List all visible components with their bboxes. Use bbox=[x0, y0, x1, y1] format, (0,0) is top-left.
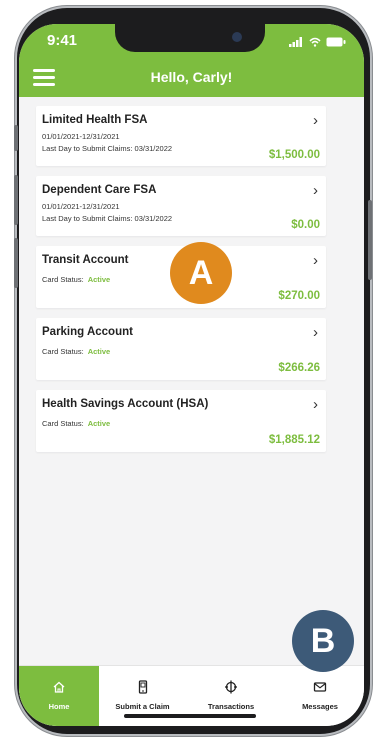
account-deadline: Last Day to Submit Claims: 03/31/2022 bbox=[42, 214, 173, 223]
chevron-right-icon: › bbox=[313, 396, 318, 413]
account-dates: 01/01/2021-12/31/2021 bbox=[42, 132, 120, 141]
status-time: 9:41 bbox=[47, 32, 78, 49]
phone-volume-down bbox=[14, 238, 18, 288]
chevron-right-icon: › bbox=[313, 112, 318, 129]
account-deadline: Last Day to Submit Claims: 03/31/2022 bbox=[42, 144, 173, 153]
account-title: Transit Account bbox=[42, 254, 129, 266]
account-card-hsa[interactable]: Health Savings Account (HSA) Card Status… bbox=[36, 390, 326, 452]
account-title: Health Savings Account (HSA) bbox=[42, 398, 209, 410]
card-status-value: Active bbox=[87, 419, 111, 428]
camera bbox=[232, 32, 242, 42]
card-status: Card Status: Active bbox=[42, 347, 110, 356]
account-title: Dependent Care FSA bbox=[42, 184, 157, 196]
tab-label: Submit a Claim bbox=[115, 702, 170, 711]
tab-messages[interactable]: Messages bbox=[276, 666, 364, 726]
phone-icon bbox=[138, 680, 147, 694]
phone-mute-switch bbox=[14, 125, 18, 151]
tab-home[interactable]: Home bbox=[19, 666, 99, 726]
card-status-label: Card Status: bbox=[42, 347, 84, 356]
wifi-icon bbox=[309, 37, 321, 47]
account-balance: $266.26 bbox=[278, 362, 320, 374]
card-status-label: Card Status: bbox=[42, 275, 84, 284]
account-balance: $270.00 bbox=[278, 290, 320, 302]
home-icon bbox=[53, 681, 65, 693]
account-title: Limited Health FSA bbox=[42, 114, 148, 126]
card-status-value: Active bbox=[87, 347, 111, 356]
card-status: Card Status: Active bbox=[42, 419, 110, 428]
envelope-icon bbox=[313, 682, 327, 692]
callout-badge-b: B bbox=[292, 610, 354, 672]
signal-icon bbox=[289, 36, 303, 47]
tab-label: Home bbox=[48, 702, 70, 711]
account-card-limited-health-fsa[interactable]: Limited Health FSA 01/01/2021-12/31/2021… bbox=[36, 106, 326, 166]
account-balance: $1,500.00 bbox=[268, 149, 320, 161]
chevron-right-icon: › bbox=[313, 324, 318, 341]
account-balance: $0.00 bbox=[291, 219, 320, 231]
account-title: Parking Account bbox=[42, 326, 133, 338]
phone-power-button bbox=[368, 200, 372, 280]
phone-volume-up bbox=[14, 175, 18, 225]
transactions-icon bbox=[225, 680, 237, 694]
chevron-right-icon: › bbox=[313, 252, 318, 269]
account-balance: $1,885.12 bbox=[268, 434, 320, 446]
greeting-title: Hello, Carly! bbox=[150, 69, 233, 85]
card-status: Card Status: Active bbox=[42, 275, 110, 284]
tab-label: Transactions bbox=[207, 702, 255, 711]
status-icons bbox=[289, 34, 346, 48]
chevron-right-icon: › bbox=[313, 182, 318, 199]
account-dates: 01/01/2021-12/31/2021 bbox=[42, 202, 120, 211]
account-card-parking[interactable]: Parking Account Card Status: Active › $26… bbox=[36, 318, 326, 380]
home-indicator bbox=[124, 714, 256, 718]
battery-icon bbox=[326, 37, 346, 47]
tab-label: Messages bbox=[302, 702, 338, 711]
card-status-value: Active bbox=[87, 275, 111, 284]
accounts-list: Limited Health FSA 01/01/2021-12/31/2021… bbox=[19, 97, 364, 665]
callout-badge-a: A bbox=[170, 242, 232, 304]
card-status-label: Card Status: bbox=[42, 419, 84, 428]
account-card-dependent-care-fsa[interactable]: Dependent Care FSA 01/01/2021-12/31/2021… bbox=[36, 176, 326, 236]
notch bbox=[115, 24, 265, 52]
